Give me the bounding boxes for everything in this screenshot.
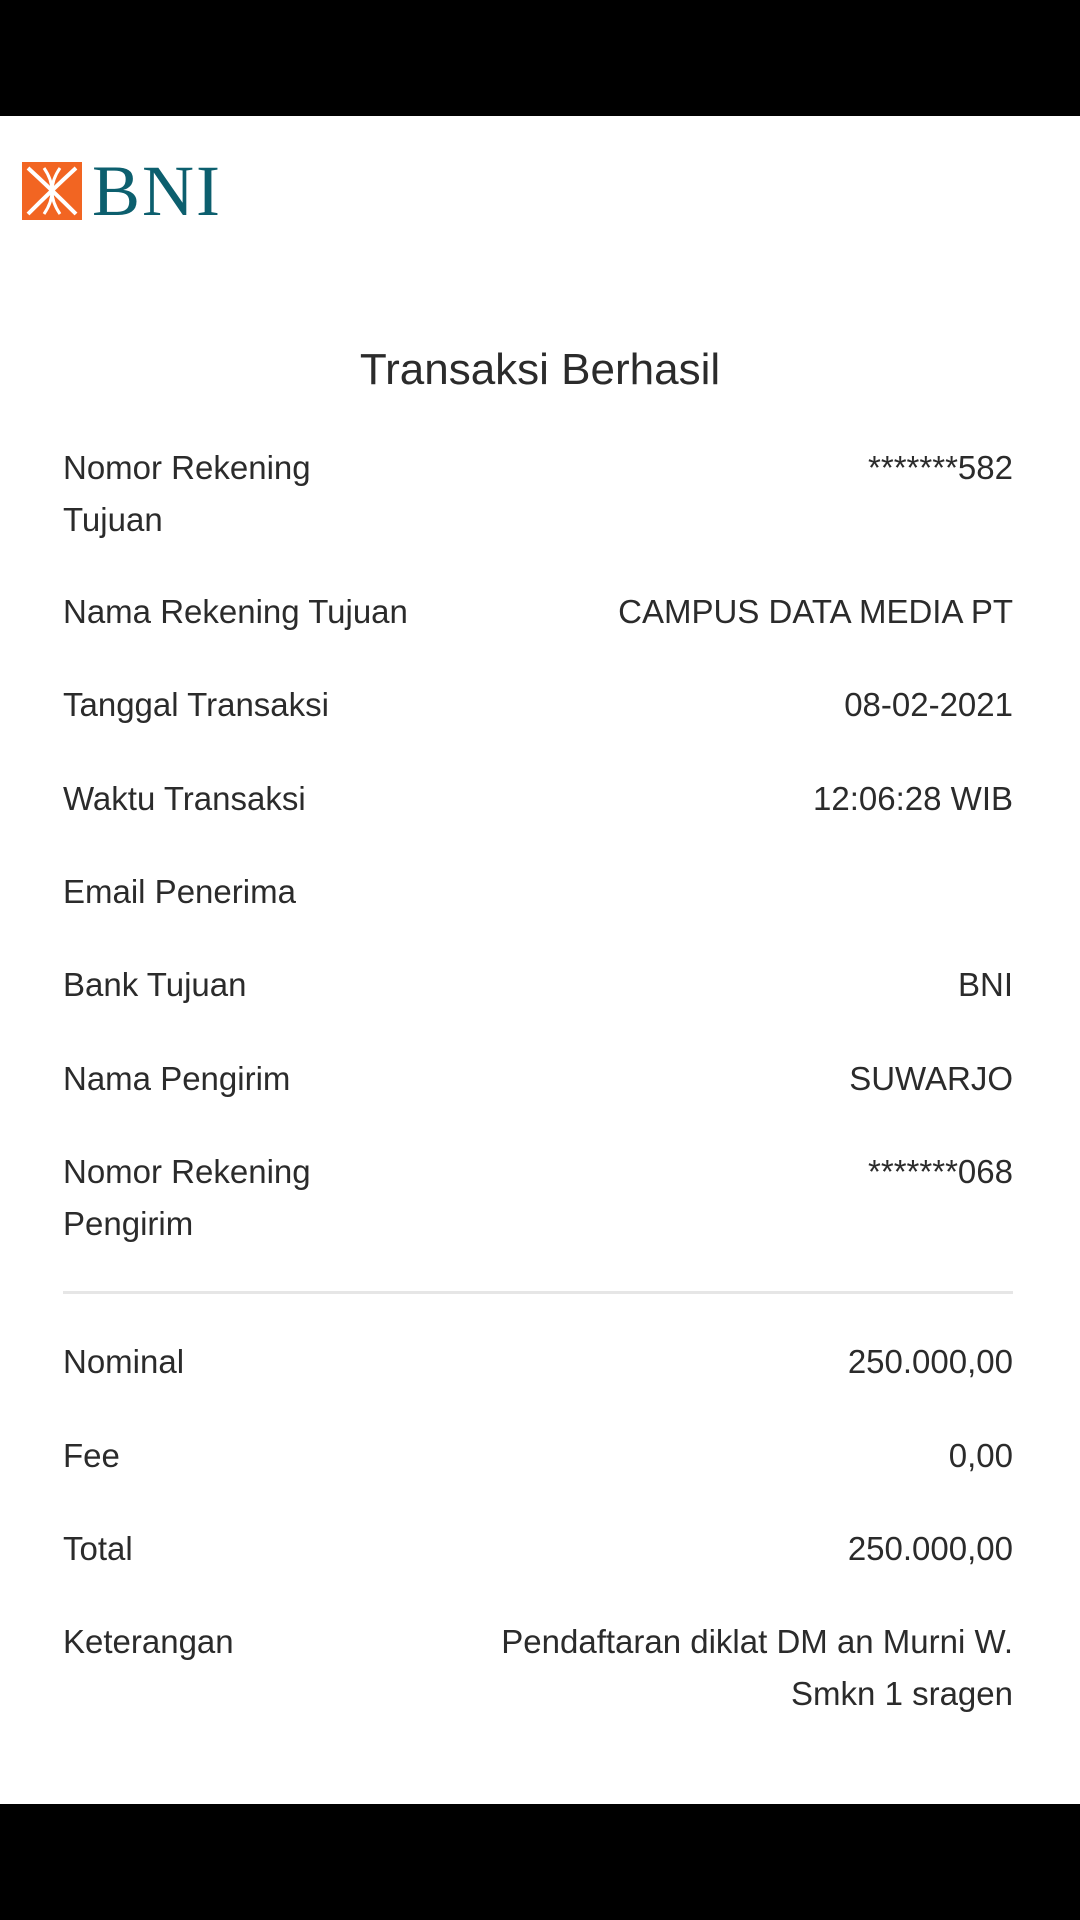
detail-label: Nomor Rekening Tujuan: [63, 449, 311, 538]
detail-value: 12:06:28 WIB: [813, 780, 1013, 817]
detail-value: *******068: [868, 1153, 1013, 1190]
detail-label: Tanggal Transaksi: [63, 686, 329, 723]
detail-label: Nomor Rekening Pengirim: [63, 1153, 311, 1242]
detail-value: 08-02-2021: [844, 686, 1013, 723]
detail-value: *******582: [868, 449, 1013, 486]
amount-value: 0,00: [948, 1437, 1013, 1474]
detail-label: Nama Rekening Tujuan: [63, 593, 408, 630]
bni-logo: BNI: [22, 151, 222, 231]
detail-label: Bank Tujuan: [63, 966, 247, 1003]
detail-label: Nama Pengirim: [63, 1060, 291, 1097]
amount-value: 250.000,00: [847, 1343, 1013, 1380]
page-title: Transaksi Berhasil: [359, 345, 721, 394]
amount-label: Keterangan: [63, 1623, 234, 1660]
amount-label: Fee: [63, 1437, 120, 1474]
amount-value: 250.000,00: [847, 1530, 1013, 1567]
detail-label: Waktu Transaksi: [63, 780, 306, 817]
amount-label: Nominal: [63, 1343, 185, 1380]
detail-label: Email Penerima: [63, 873, 296, 910]
divider: [63, 1291, 1013, 1294]
detail-value: BNI: [957, 966, 1013, 1003]
transaction-receipt: BNI Transaksi Berhasil Nomor Rekening Tu…: [0, 116, 1080, 1804]
bni-logo-text: BNI: [92, 151, 222, 231]
status-bar: [0, 0, 1080, 116]
navigation-bar: [0, 1804, 1080, 1920]
amount-label: Total: [63, 1530, 133, 1567]
amount-value: Pendaftaran diklat DM an Murni W. Smkn 1…: [501, 1623, 1013, 1712]
detail-value: CAMPUS DATA MEDIA PT: [618, 593, 1013, 630]
bni-logo-mark-icon: [22, 162, 82, 220]
detail-value: SUWARJO: [849, 1060, 1013, 1097]
